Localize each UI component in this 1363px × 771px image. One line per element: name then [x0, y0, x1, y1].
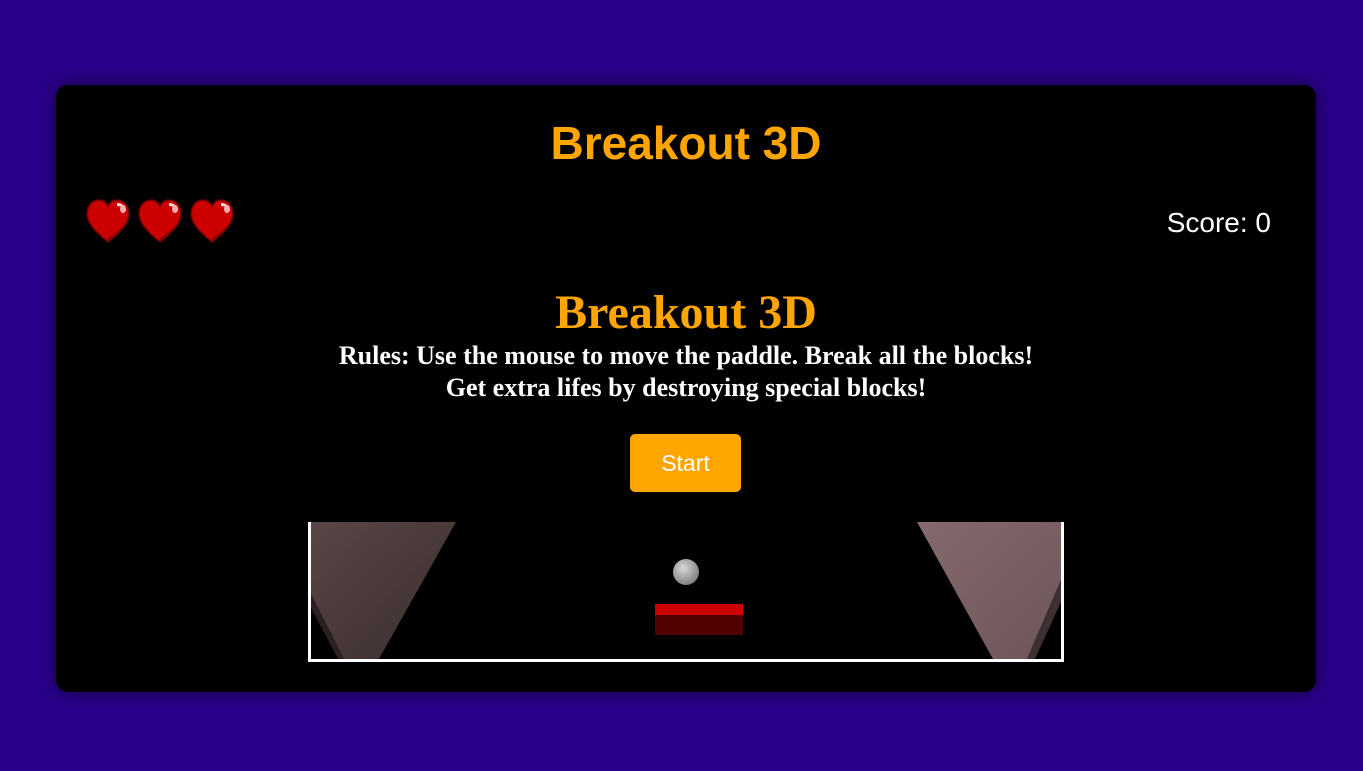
- page-title: Breakout 3D: [550, 117, 822, 169]
- start-screen-title: Breakout 3D: [555, 286, 817, 339]
- rules-text: Rules: Use the mouse to move the paddle.…: [56, 340, 1316, 404]
- game-scene: [311, 522, 1061, 659]
- heart-icon: [190, 199, 234, 244]
- ball: [673, 559, 699, 585]
- rules-line-2: Get extra lifes by destroying special bl…: [445, 373, 927, 402]
- rules-line-1: Rules: Use the mouse to move the paddle.…: [338, 341, 1034, 370]
- start-button[interactable]: Start: [630, 434, 741, 492]
- score-display: Score: 0: [1166, 207, 1271, 238]
- heart-icon: [138, 199, 182, 244]
- game-card: Breakout 3D Score: 0 Breakout 3D Rules: …: [56, 85, 1316, 692]
- lives-display: [84, 198, 236, 248]
- paddle-top: [655, 604, 743, 615]
- paddle-front: [655, 615, 743, 635]
- heart-icon: [86, 199, 130, 244]
- game-canvas[interactable]: [308, 522, 1064, 662]
